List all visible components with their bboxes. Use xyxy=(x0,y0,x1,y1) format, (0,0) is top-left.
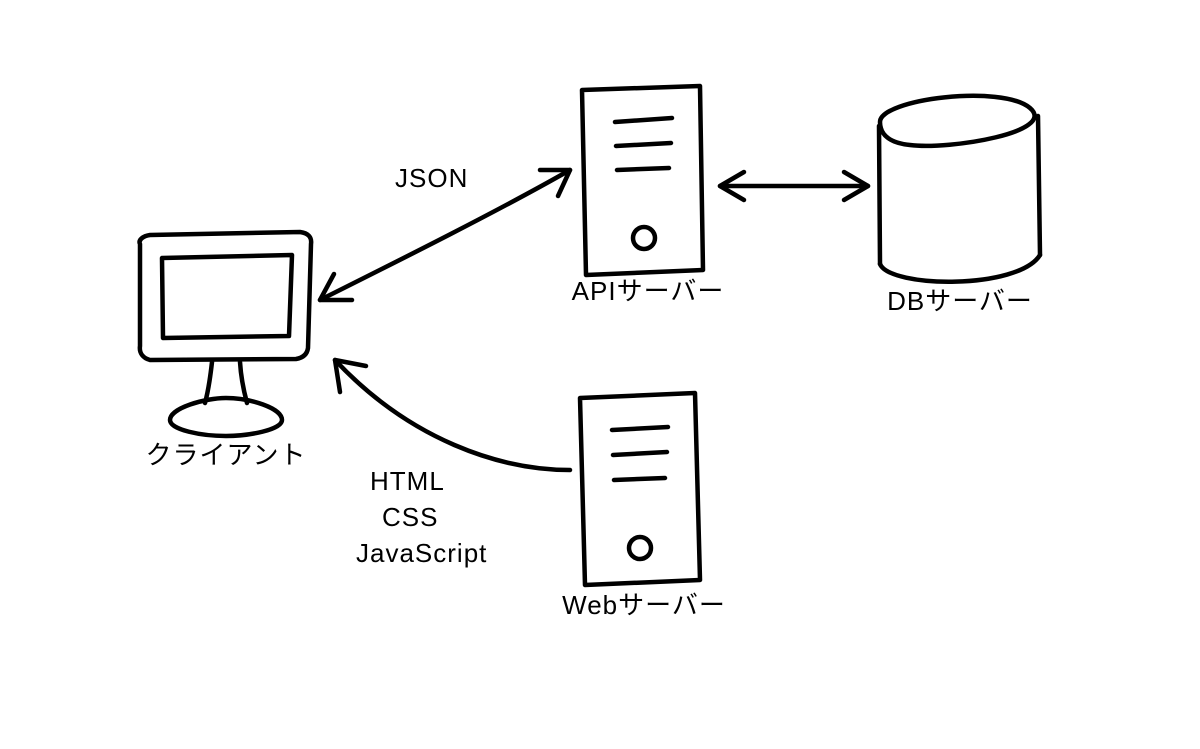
db-server-label: DBサーバー xyxy=(887,288,1033,315)
client-label: クライアント xyxy=(146,442,307,469)
diagram-svg xyxy=(0,0,1200,749)
edge-web-label-2: JavaScript xyxy=(356,540,487,567)
edge-web-label-1: CSS xyxy=(382,504,438,531)
web-server-icon xyxy=(580,393,700,585)
arrow-api-db xyxy=(720,172,868,200)
api-server-label: APIサーバー xyxy=(572,278,725,305)
edge-web-label-0: HTML xyxy=(370,468,445,495)
db-server-icon xyxy=(879,96,1040,282)
api-server-icon xyxy=(582,86,703,275)
edge-json-label: JSON xyxy=(395,165,468,192)
client-icon xyxy=(140,232,312,436)
architecture-diagram: クライアント APIサーバー DBサーバー Webサーバー JSON HTML … xyxy=(0,0,1200,749)
web-server-label: Webサーバー xyxy=(562,592,726,619)
arrow-web-client xyxy=(335,360,570,470)
